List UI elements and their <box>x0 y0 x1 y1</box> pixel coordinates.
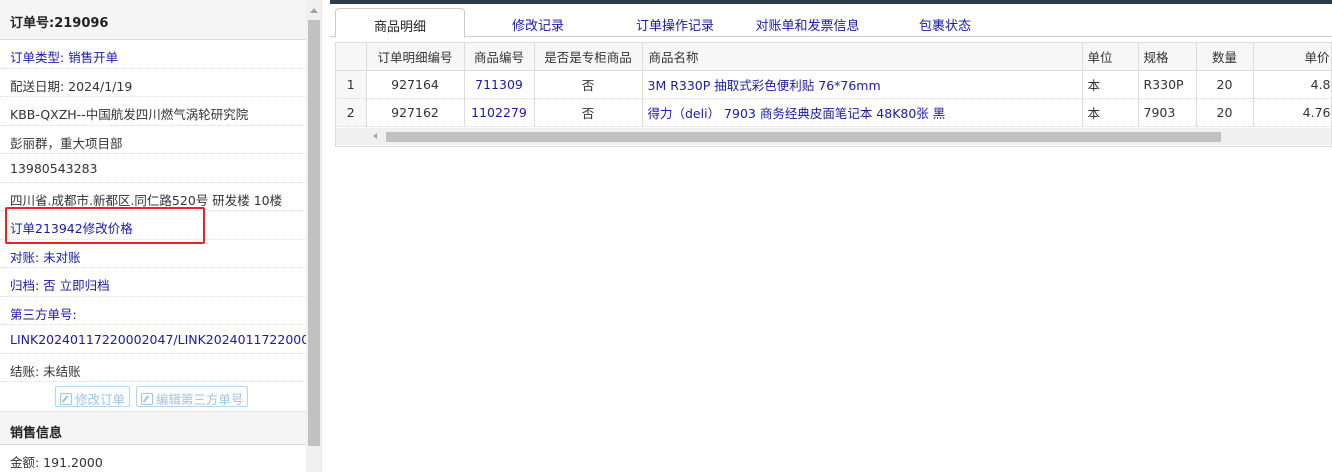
header-product-id[interactable]: 商品编号 <box>464 43 535 71</box>
scroll-up-arrow-icon[interactable] <box>310 8 318 13</box>
contact-row: 彭丽群，重大项目部 <box>0 126 306 154</box>
edit-order-button[interactable]: 修改订单 <box>55 386 131 407</box>
settlement-row: 结账: 未结账 <box>0 354 306 382</box>
tab-order-operation-log[interactable]: 订单操作记录 <box>615 8 735 38</box>
header-spec[interactable]: 规格 <box>1138 43 1197 71</box>
table-row[interactable]: 1 927164 711309 否 3M R330P 抽取式彩色便利贴 76*7… <box>336 70 1331 99</box>
edit-order-label: 修改订单 <box>75 392 126 407</box>
order-type-row[interactable]: 订单类型: 销售开单 <box>0 40 306 69</box>
unit-cell: 本 <box>1082 70 1139 99</box>
tab-change-log[interactable]: 修改记录 <box>478 8 598 38</box>
unit-price-cell: 4.76 <box>1253 98 1331 127</box>
unit-cell: 本 <box>1082 98 1139 127</box>
header-product-name[interactable]: 商品名称 <box>642 43 1083 71</box>
order-number-value: 219096 <box>54 16 109 31</box>
delivery-date-row: 配送日期: 2024/1/19 <box>0 69 306 97</box>
order-info-content: 订单号:219096 订单类型: 销售开单 配送日期: 2024/1/19 KB… <box>0 0 306 472</box>
detail-area: 商品明细 修改记录 订单操作记录 对账单和发票信息 包裹状态 订单明细编号 商品… <box>330 0 1332 472</box>
row-number: 1 <box>336 70 367 99</box>
tab-statement-invoice[interactable]: 对账单和发票信息 <box>740 8 875 38</box>
grid-horizontal-scrollbar[interactable] <box>336 128 1331 145</box>
quantity-cell: 20 <box>1196 98 1254 127</box>
order-number-header: 订单号:219096 <box>0 0 306 40</box>
header-detail-id[interactable]: 订单明细编号 <box>366 43 465 71</box>
counter-product-cell: 否 <box>534 70 643 99</box>
order-number-label: 订单号: <box>10 16 55 31</box>
tab-package-status[interactable]: 包裹状态 <box>895 8 995 38</box>
third-party-label-row: 第三方单号: <box>0 297 306 325</box>
product-grid: 订单明细编号 商品编号 是否是专柜商品 商品名称 单位 规格 数量 单价 1 9… <box>335 42 1332 147</box>
amount-row: 金额: 191.2000 <box>0 445 306 472</box>
action-buttons: 修改订单 编辑第三方单号 <box>0 382 306 412</box>
quantity-cell: 20 <box>1196 70 1254 99</box>
table-header-row: 订单明细编号 商品编号 是否是专柜商品 商品名称 单位 规格 数量 单价 <box>336 43 1331 71</box>
scrollbar-thumb[interactable] <box>308 20 320 446</box>
edit-icon <box>140 393 153 405</box>
phone-row: 13980543283 <box>0 154 306 183</box>
product-id-link[interactable]: 711309 <box>464 70 535 99</box>
unit-price-cell: 4.8 <box>1253 70 1331 99</box>
third-party-number-link[interactable]: LINK20240117220002047/LINK20240117220002… <box>0 325 306 354</box>
header-counter-product[interactable]: 是否是专柜商品 <box>534 43 643 71</box>
spec-cell: 7903 <box>1138 98 1197 127</box>
product-name-link[interactable]: 得力（deli） 7903 商务经典皮面笔记本 48K80张 黑 <box>642 98 1083 127</box>
tab-bar: 商品明细 修改记录 订单操作记录 对账单和发票信息 包裹状态 <box>330 4 1332 38</box>
order-info-panel: 订单号:219096 订单类型: 销售开单 配送日期: 2024/1/19 KB… <box>0 0 322 472</box>
edit-icon <box>60 393 72 405</box>
counter-product-cell: 否 <box>534 98 643 127</box>
product-table: 订单明细编号 商品编号 是否是专柜商品 商品名称 单位 规格 数量 单价 1 9… <box>336 43 1331 127</box>
header-quantity[interactable]: 数量 <box>1196 43 1254 71</box>
tab-product-details[interactable]: 商品明细 <box>335 8 465 38</box>
table-row[interactable]: 2 927162 1102279 否 得力（deli） 7903 商务经典皮面笔… <box>336 98 1331 127</box>
edit-third-party-label: 编辑第三方单号 <box>155 392 244 407</box>
sales-info-header: 销售信息 <box>0 412 306 445</box>
edit-third-party-button[interactable]: 编辑第三方单号 <box>135 386 249 407</box>
customer-row: KBB-QXZH--中国航发四川燃气涡轮研究院 <box>0 97 306 126</box>
product-name-link[interactable]: 3M R330P 抽取式彩色便利贴 76*76mm <box>642 70 1083 99</box>
header-unit-price[interactable]: 单价 <box>1253 43 1331 71</box>
product-id-link[interactable]: 1102279 <box>464 98 535 127</box>
horizontal-scrollbar-thumb[interactable] <box>386 132 1221 142</box>
row-number: 2 <box>336 98 367 127</box>
detail-id-cell: 927164 <box>366 70 465 99</box>
spec-cell: R330P <box>1138 70 1197 99</box>
scroll-left-arrow-icon[interactable] <box>373 133 377 139</box>
archive-row[interactable]: 归档: 否 立即归档 <box>0 268 306 297</box>
header-unit[interactable]: 单位 <box>1082 43 1139 71</box>
highlight-annotation-box <box>5 207 205 244</box>
header-row-number <box>336 43 367 71</box>
detail-id-cell: 927162 <box>366 98 465 127</box>
left-vertical-scrollbar[interactable] <box>306 0 321 472</box>
